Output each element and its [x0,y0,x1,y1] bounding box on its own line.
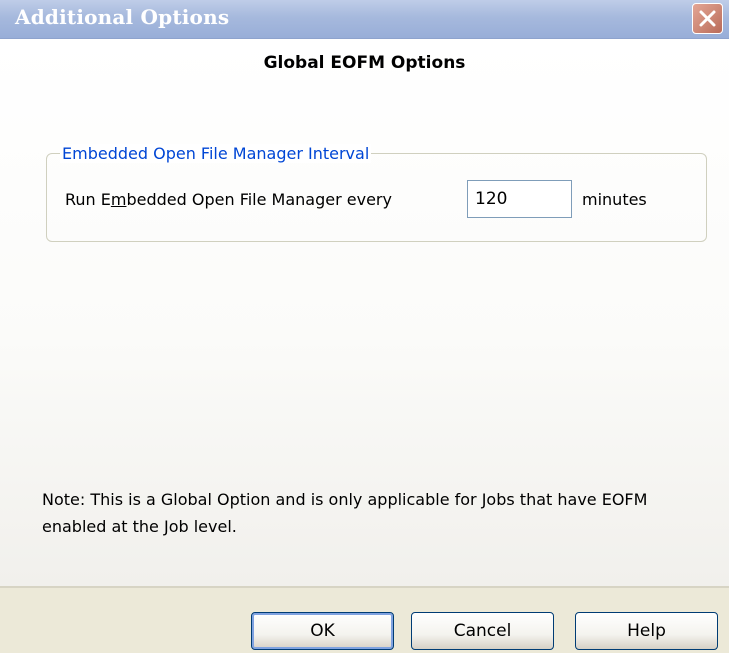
global-option-note: Note: This is a Global Option and is onl… [42,490,648,536]
run-interval-label: Run Embedded Open File Manager every [65,190,392,209]
help-button[interactable]: Help [575,612,718,650]
minutes-label: minutes [582,190,647,209]
title-bar[interactable]: Additional Options [0,0,729,39]
run-label-pre: Run E [65,190,111,209]
window-title: Additional Options [15,5,230,29]
ok-button[interactable]: OK [251,612,394,650]
run-label-accelerator: m [110,190,127,209]
dialog-heading: Global EOFM Options [263,53,466,73]
close-icon [699,10,716,27]
groupbox-legend: Embedded Open File Manager Interval [60,144,372,163]
additional-options-dialog: Additional Options Global EOFM Options E… [0,0,729,653]
close-button[interactable] [692,3,723,34]
run-label-post: bedded Open File Manager every [126,190,392,209]
interval-minutes-input[interactable] [467,180,572,218]
cancel-button[interactable]: Cancel [411,612,554,650]
